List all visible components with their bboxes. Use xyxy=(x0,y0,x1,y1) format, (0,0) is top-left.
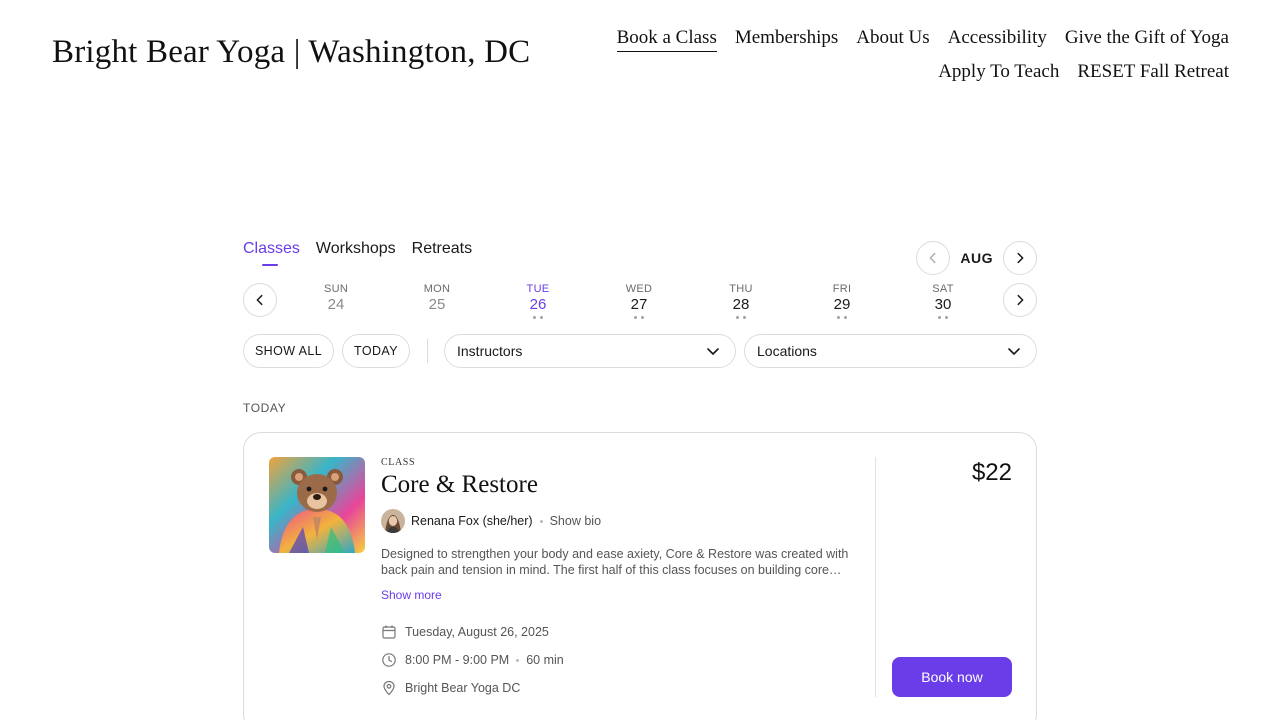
class-time-row: 8:00 PM - 9:00 PM 60 min xyxy=(381,646,859,674)
class-card: CLASS Core & Restore Renana Fox (she/her… xyxy=(243,432,1037,720)
day-of-week: TUE xyxy=(526,283,550,295)
day-fri[interactable]: FRI 29 xyxy=(812,283,872,320)
class-location-row: Bright Bear Yoga DC xyxy=(381,674,859,702)
chevron-right-icon xyxy=(1017,294,1024,306)
day-of-week: MON xyxy=(423,283,451,295)
day-number: 28 xyxy=(732,296,750,313)
day-selector: SUN 24 MON 25 TUE 26 WED 27 THU 28 FRI 2… xyxy=(243,283,1037,320)
class-dots xyxy=(711,316,771,320)
day-wed[interactable]: WED 27 xyxy=(609,283,669,320)
class-duration: 60 min xyxy=(526,653,564,667)
nav-gift-of-yoga[interactable]: Give the Gift of Yoga xyxy=(1065,27,1229,51)
month-navigator: AUG xyxy=(916,241,1037,275)
site-title[interactable]: Bright Bear Yoga | Washington, DC xyxy=(52,34,530,71)
instructor-row: Renana Fox (she/her) Show bio xyxy=(381,509,859,533)
nav-accessibility[interactable]: Accessibility xyxy=(948,27,1047,51)
locations-select[interactable]: Locations xyxy=(744,334,1037,368)
day-number: 30 xyxy=(934,296,952,313)
chevron-down-icon xyxy=(707,348,719,355)
separator-dot xyxy=(539,519,543,523)
map-pin-icon xyxy=(383,680,395,696)
instructor-name[interactable]: Renana Fox (she/her) xyxy=(411,514,533,528)
day-number: 27 xyxy=(630,296,648,313)
locations-select-label: Locations xyxy=(757,343,817,359)
class-date: Tuesday, August 26, 2025 xyxy=(405,625,549,639)
day-of-week: FRI xyxy=(832,283,852,295)
prev-month-button[interactable] xyxy=(916,241,951,275)
nav-book-a-class[interactable]: Book a Class xyxy=(616,27,717,52)
filter-bar: SHOW ALL TODAY Instructors Locations xyxy=(243,334,1037,368)
next-month-button[interactable] xyxy=(1003,241,1037,275)
day-number: 29 xyxy=(833,296,851,313)
tab-workshops[interactable]: Workshops xyxy=(316,240,396,264)
class-description: Designed to strengthen your body and eas… xyxy=(381,547,849,577)
chevron-left-icon xyxy=(929,252,936,264)
class-price: $22 xyxy=(971,459,1012,486)
day-tue[interactable]: TUE 26 xyxy=(508,283,568,320)
yoga-bear-image xyxy=(269,457,365,553)
show-more-link[interactable]: Show more xyxy=(381,588,442,602)
chevron-right-icon xyxy=(1017,252,1024,264)
next-week-button[interactable] xyxy=(1003,283,1037,317)
calendar-icon xyxy=(382,625,396,639)
day-of-week: SAT xyxy=(932,283,954,295)
class-location: Bright Bear Yoga DC xyxy=(405,681,521,695)
class-kicker: CLASS xyxy=(381,457,416,468)
day-number: 26 xyxy=(529,296,547,313)
nav-about-us[interactable]: About Us xyxy=(856,27,929,51)
separator-dot xyxy=(516,658,520,662)
class-thumbnail[interactable] xyxy=(269,457,365,553)
filter-divider xyxy=(427,339,428,363)
chevron-down-icon xyxy=(1008,348,1020,355)
class-dots xyxy=(508,316,568,320)
class-dots xyxy=(913,316,973,320)
class-date-row: Tuesday, August 26, 2025 xyxy=(381,618,859,646)
month-label: AUG xyxy=(960,250,993,266)
avatar-image xyxy=(381,509,405,533)
nav-reset-fall-retreat[interactable]: RESET Fall Retreat xyxy=(1077,61,1229,85)
tab-classes[interactable]: Classes xyxy=(243,240,300,266)
today-button[interactable]: TODAY xyxy=(342,334,410,368)
nav-apply-to-teach[interactable]: Apply To Teach xyxy=(938,61,1059,85)
day-thu[interactable]: THU 28 xyxy=(711,283,771,320)
nav-row-secondary: Apply To Teach RESET Fall Retreat xyxy=(589,56,1229,90)
day-of-week: WED xyxy=(625,283,653,295)
nav-memberships[interactable]: Memberships xyxy=(735,27,838,51)
class-dots xyxy=(407,316,467,320)
day-mon[interactable]: MON 25 xyxy=(407,283,467,320)
chevron-left-icon xyxy=(256,294,263,306)
class-details: CLASS Core & Restore Renana Fox (she/her… xyxy=(381,457,859,702)
day-number: 25 xyxy=(428,296,446,313)
instructor-avatar[interactable] xyxy=(381,509,405,533)
day-of-week: THU xyxy=(729,283,753,295)
section-label-today: TODAY xyxy=(243,401,287,415)
class-meta: Tuesday, August 26, 2025 8:00 PM - 9:00 … xyxy=(381,618,859,702)
class-dots xyxy=(609,316,669,320)
class-dots xyxy=(306,316,366,320)
prev-week-button[interactable] xyxy=(243,283,277,317)
day-of-week: SUN xyxy=(323,283,349,295)
book-now-button[interactable]: Book now xyxy=(892,657,1012,697)
show-all-button[interactable]: SHOW ALL xyxy=(243,334,334,368)
clock-icon xyxy=(382,653,396,667)
show-bio-link[interactable]: Show bio xyxy=(550,514,601,528)
day-number: 24 xyxy=(327,296,345,313)
schedule-tabs: Classes Workshops Retreats xyxy=(243,240,472,266)
instructors-select[interactable]: Instructors xyxy=(444,334,736,368)
instructors-select-label: Instructors xyxy=(457,343,523,359)
card-divider xyxy=(875,457,876,697)
main-nav: Book a Class Memberships About Us Access… xyxy=(589,22,1229,90)
nav-row-primary: Book a Class Memberships About Us Access… xyxy=(589,22,1229,56)
class-dots xyxy=(812,316,872,320)
class-time: 8:00 PM - 9:00 PM xyxy=(405,653,510,667)
day-sun[interactable]: SUN 24 xyxy=(306,283,366,320)
class-title[interactable]: Core & Restore xyxy=(381,471,859,499)
tab-retreats[interactable]: Retreats xyxy=(412,240,472,264)
day-sat[interactable]: SAT 30 xyxy=(913,283,973,320)
